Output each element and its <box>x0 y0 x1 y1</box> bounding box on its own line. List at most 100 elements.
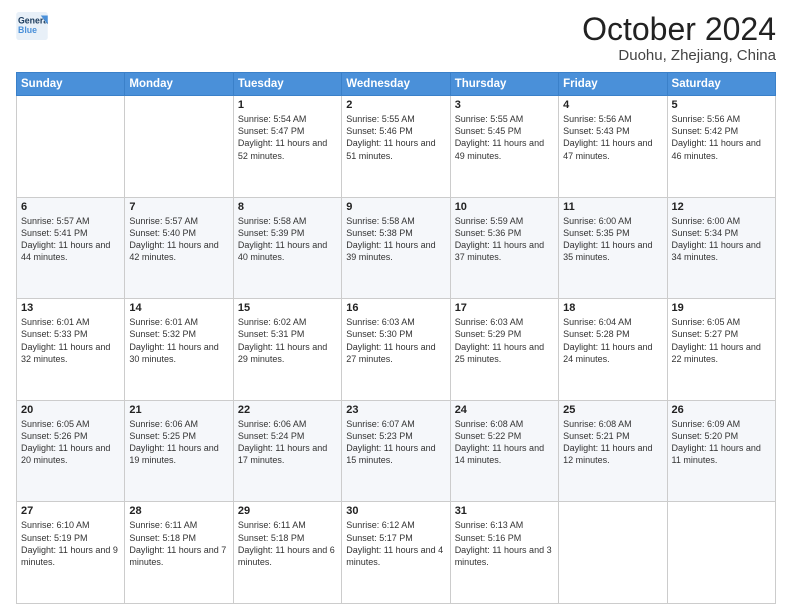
day-info: Sunrise: 5:58 AMSunset: 5:38 PMDaylight:… <box>346 215 445 264</box>
day-number: 22 <box>238 404 337 416</box>
calendar-cell: 12 Sunrise: 6:00 AMSunset: 5:34 PMDayligh… <box>667 197 775 299</box>
calendar-cell: 30 Sunrise: 6:12 AMSunset: 5:17 PMDayligh… <box>342 502 450 604</box>
calendar-cell <box>559 502 667 604</box>
day-info: Sunrise: 6:07 AMSunset: 5:23 PMDaylight:… <box>346 418 445 467</box>
day-info: Sunrise: 6:00 AMSunset: 5:35 PMDaylight:… <box>563 215 662 264</box>
svg-text:Blue: Blue <box>18 25 37 35</box>
day-number: 29 <box>238 505 337 517</box>
calendar-table: SundayMondayTuesdayWednesdayThursdayFrid… <box>16 72 776 604</box>
calendar-week-5: 27 Sunrise: 6:10 AMSunset: 5:19 PMDayligh… <box>17 502 776 604</box>
day-info: Sunrise: 6:10 AMSunset: 5:19 PMDaylight:… <box>21 519 120 568</box>
day-info: Sunrise: 5:59 AMSunset: 5:36 PMDaylight:… <box>455 215 554 264</box>
calendar-cell: 31 Sunrise: 6:13 AMSunset: 5:16 PMDayligh… <box>450 502 558 604</box>
day-info: Sunrise: 6:06 AMSunset: 5:25 PMDaylight:… <box>129 418 228 467</box>
day-number: 7 <box>129 201 228 213</box>
day-number: 26 <box>672 404 771 416</box>
day-info: Sunrise: 5:56 AMSunset: 5:43 PMDaylight:… <box>563 113 662 162</box>
day-info: Sunrise: 6:09 AMSunset: 5:20 PMDaylight:… <box>672 418 771 467</box>
calendar-body: 1 Sunrise: 5:54 AMSunset: 5:47 PMDaylight… <box>17 96 776 604</box>
day-info: Sunrise: 6:02 AMSunset: 5:31 PMDaylight:… <box>238 316 337 365</box>
weekday-wednesday: Wednesday <box>342 73 450 96</box>
weekday-thursday: Thursday <box>450 73 558 96</box>
day-info: Sunrise: 5:55 AMSunset: 5:45 PMDaylight:… <box>455 113 554 162</box>
day-info: Sunrise: 6:13 AMSunset: 5:16 PMDaylight:… <box>455 519 554 568</box>
calendar-week-4: 20 Sunrise: 6:05 AMSunset: 5:26 PMDayligh… <box>17 400 776 502</box>
calendar-week-2: 6 Sunrise: 5:57 AMSunset: 5:41 PMDaylight… <box>17 197 776 299</box>
calendar-cell <box>125 96 233 198</box>
day-info: Sunrise: 5:56 AMSunset: 5:42 PMDaylight:… <box>672 113 771 162</box>
calendar-cell: 13 Sunrise: 6:01 AMSunset: 5:33 PMDayligh… <box>17 299 125 401</box>
day-info: Sunrise: 6:03 AMSunset: 5:30 PMDaylight:… <box>346 316 445 365</box>
day-number: 9 <box>346 201 445 213</box>
day-info: Sunrise: 5:57 AMSunset: 5:41 PMDaylight:… <box>21 215 120 264</box>
day-info: Sunrise: 6:05 AMSunset: 5:26 PMDaylight:… <box>21 418 120 467</box>
calendar-cell: 14Sunrise: 6:01 AMSunset: 5:32 PMDayligh… <box>125 299 233 401</box>
day-number: 15 <box>238 302 337 314</box>
calendar-cell: 5 Sunrise: 5:56 AMSunset: 5:42 PMDaylight… <box>667 96 775 198</box>
calendar-cell: 21 Sunrise: 6:06 AMSunset: 5:25 PMDayligh… <box>125 400 233 502</box>
day-number: 2 <box>346 99 445 111</box>
day-info: Sunrise: 6:05 AMSunset: 5:27 PMDaylight:… <box>672 316 771 365</box>
calendar-cell: 1 Sunrise: 5:54 AMSunset: 5:47 PMDaylight… <box>233 96 341 198</box>
calendar-cell: 15 Sunrise: 6:02 AMSunset: 5:31 PMDayligh… <box>233 299 341 401</box>
day-info: Sunrise: 5:58 AMSunset: 5:39 PMDaylight:… <box>238 215 337 264</box>
weekday-monday: Monday <box>125 73 233 96</box>
calendar-cell: 11 Sunrise: 6:00 AMSunset: 5:35 PMDayligh… <box>559 197 667 299</box>
calendar-cell: 23 Sunrise: 6:07 AMSunset: 5:23 PMDayligh… <box>342 400 450 502</box>
day-info: Sunrise: 5:54 AMSunset: 5:47 PMDaylight:… <box>238 113 337 162</box>
calendar-cell: 22 Sunrise: 6:06 AMSunset: 5:24 PMDayligh… <box>233 400 341 502</box>
day-info: Sunrise: 6:08 AMSunset: 5:21 PMDaylight:… <box>563 418 662 467</box>
day-number: 13 <box>21 302 120 314</box>
day-number: 17 <box>455 302 554 314</box>
day-info: Sunrise: 6:08 AMSunset: 5:22 PMDaylight:… <box>455 418 554 467</box>
weekday-header: SundayMondayTuesdayWednesdayThursdayFrid… <box>17 73 776 96</box>
calendar-cell: 28 Sunrise: 6:11 AMSunset: 5:18 PMDayligh… <box>125 502 233 604</box>
calendar-cell: 19 Sunrise: 6:05 AMSunset: 5:27 PMDayligh… <box>667 299 775 401</box>
day-info: Sunrise: 6:11 AMSunset: 5:18 PMDaylight:… <box>129 519 228 568</box>
day-info: Sunrise: 6:00 AMSunset: 5:34 PMDaylight:… <box>672 215 771 264</box>
day-number: 3 <box>455 99 554 111</box>
day-number: 18 <box>563 302 662 314</box>
calendar-cell: 3 Sunrise: 5:55 AMSunset: 5:45 PMDaylight… <box>450 96 558 198</box>
day-info: Sunrise: 6:01 AMSunset: 5:33 PMDaylight:… <box>21 316 120 365</box>
location-title: Duohu, Zhejiang, China <box>582 47 776 64</box>
day-info: Sunrise: 5:55 AMSunset: 5:46 PMDaylight:… <box>346 113 445 162</box>
day-number: 23 <box>346 404 445 416</box>
calendar-cell: 17Sunrise: 6:03 AMSunset: 5:29 PMDayligh… <box>450 299 558 401</box>
day-number: 5 <box>672 99 771 111</box>
calendar-cell: 24 Sunrise: 6:08 AMSunset: 5:22 PMDayligh… <box>450 400 558 502</box>
day-number: 28 <box>129 505 228 517</box>
day-info: Sunrise: 6:11 AMSunset: 5:18 PMDaylight:… <box>238 519 337 568</box>
weekday-friday: Friday <box>559 73 667 96</box>
logo: General Blue <box>16 12 48 40</box>
day-number: 24 <box>455 404 554 416</box>
day-number: 21 <box>129 404 228 416</box>
day-info: Sunrise: 6:06 AMSunset: 5:24 PMDaylight:… <box>238 418 337 467</box>
day-number: 6 <box>21 201 120 213</box>
weekday-sunday: Sunday <box>17 73 125 96</box>
day-number: 16 <box>346 302 445 314</box>
day-number: 12 <box>672 201 771 213</box>
calendar-week-3: 13 Sunrise: 6:01 AMSunset: 5:33 PMDayligh… <box>17 299 776 401</box>
day-number: 27 <box>21 505 120 517</box>
day-number: 20 <box>21 404 120 416</box>
calendar-cell: 25Sunrise: 6:08 AMSunset: 5:21 PMDayligh… <box>559 400 667 502</box>
title-block: October 2024 Duohu, Zhejiang, China <box>582 12 776 64</box>
calendar-cell: 8 Sunrise: 5:58 AMSunset: 5:39 PMDaylight… <box>233 197 341 299</box>
day-number: 11 <box>563 201 662 213</box>
day-number: 19 <box>672 302 771 314</box>
day-number: 10 <box>455 201 554 213</box>
day-info: Sunrise: 6:01 AMSunset: 5:32 PMDaylight:… <box>129 316 228 365</box>
month-title: October 2024 <box>582 12 776 47</box>
day-info: Sunrise: 6:12 AMSunset: 5:17 PMDaylight:… <box>346 519 445 568</box>
calendar-cell: 10 Sunrise: 5:59 AMSunset: 5:36 PMDayligh… <box>450 197 558 299</box>
day-info: Sunrise: 5:57 AMSunset: 5:40 PMDaylight:… <box>129 215 228 264</box>
weekday-saturday: Saturday <box>667 73 775 96</box>
calendar-cell <box>667 502 775 604</box>
calendar-week-1: 1 Sunrise: 5:54 AMSunset: 5:47 PMDaylight… <box>17 96 776 198</box>
day-number: 8 <box>238 201 337 213</box>
day-number: 1 <box>238 99 337 111</box>
calendar-cell: 18Sunrise: 6:04 AMSunset: 5:28 PMDayligh… <box>559 299 667 401</box>
day-number: 30 <box>346 505 445 517</box>
day-number: 31 <box>455 505 554 517</box>
